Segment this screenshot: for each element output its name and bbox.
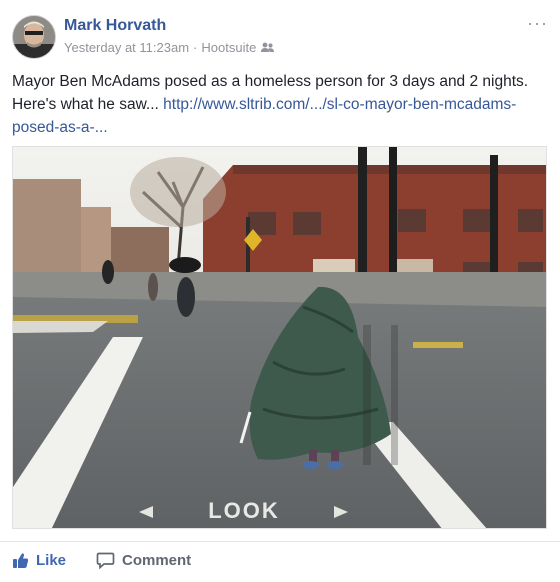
friends-icon[interactable]: [260, 42, 275, 54]
avatar-image: [13, 16, 55, 58]
post-meta: Yesterday at 11:23am · Hootsuite: [64, 40, 275, 55]
post-timestamp[interactable]: Yesterday at 11:23am: [64, 40, 189, 55]
post-text: Mayor Ben McAdams posed as a homeless pe…: [12, 70, 547, 139]
author-name[interactable]: Mark Horvath: [64, 17, 166, 35]
road-marking-look: LOOK: [208, 498, 280, 523]
meta-separator: ·: [193, 40, 198, 55]
thumbs-up-icon: [13, 553, 29, 568]
comment-icon: [96, 552, 115, 569]
comment-label: Comment: [122, 552, 192, 569]
post-actions-bar: Like Comment: [0, 541, 560, 582]
like-button[interactable]: Like: [12, 552, 66, 569]
post-source[interactable]: Hootsuite: [201, 40, 256, 55]
like-label: Like: [36, 552, 67, 569]
author-avatar[interactable]: [12, 15, 56, 59]
comment-button[interactable]: Comment: [96, 552, 191, 569]
post-photo[interactable]: LOOK: [12, 146, 547, 529]
facebook-post-card: Mark Horvath Yesterday at 11:23am · Hoot…: [0, 0, 560, 581]
more-options-button[interactable]: ···: [527, 13, 548, 34]
street-photo-image: LOOK: [13, 147, 546, 528]
